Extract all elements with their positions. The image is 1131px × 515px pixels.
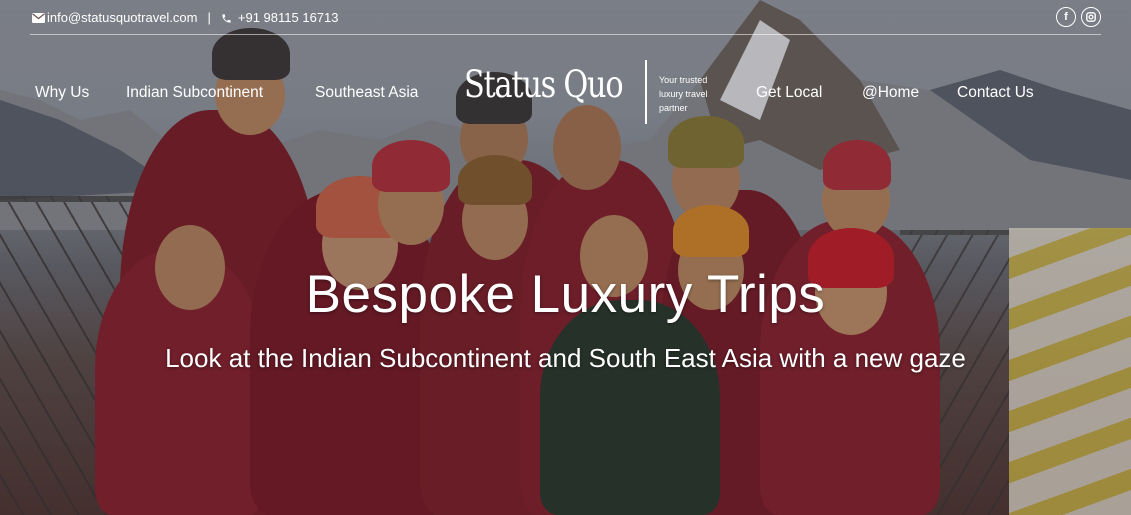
hero-headline: Bespoke Luxury Trips (305, 265, 826, 324)
email-link[interactable]: info@statusquotravel.com (47, 10, 198, 25)
logo-divider (645, 60, 647, 124)
site-logo[interactable]: Status Quo Your trusted luxury travel pa… (464, 60, 708, 124)
logo-wordmark: Status Quo (464, 63, 624, 106)
nav-southeast-asia[interactable]: Southeast Asia (315, 84, 418, 102)
nav-at-home[interactable]: @Home (862, 84, 919, 102)
facebook-icon[interactable]: f (1056, 7, 1076, 27)
phone-icon (221, 10, 232, 25)
envelope-icon (32, 10, 45, 25)
nav-indian-subcontinent[interactable]: Indian Subcontinent (126, 84, 263, 102)
contact-info: info@statusquotravel.com | +91 98115 167… (32, 10, 339, 25)
social-links: f (1056, 7, 1101, 27)
nav-why-us[interactable]: Why Us (35, 84, 89, 102)
nav-get-local[interactable]: Get Local (756, 84, 822, 102)
logo-tagline: Your trusted luxury travel partner (659, 75, 708, 113)
instagram-icon[interactable] (1081, 7, 1101, 27)
hero-subheadline: Look at the Indian Subcontinent and Sout… (165, 343, 966, 373)
contact-separator: | (207, 9, 211, 25)
phone-link[interactable]: +91 98115 16713 (238, 10, 339, 25)
nav-contact-us[interactable]: Contact Us (957, 84, 1034, 102)
top-contact-bar: info@statusquotravel.com | +91 98115 167… (30, 0, 1101, 35)
